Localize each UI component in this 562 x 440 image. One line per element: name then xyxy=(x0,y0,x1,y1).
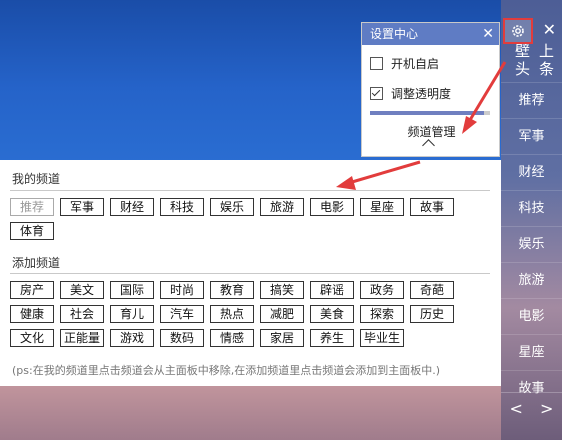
settings-close-button[interactable]: ✕ xyxy=(482,23,494,45)
sidebar-item[interactable]: 科技 xyxy=(501,190,562,226)
channel-tag[interactable]: 数码 xyxy=(160,329,204,347)
channel-tag[interactable]: 育儿 xyxy=(110,305,154,323)
logo-char: 壁 xyxy=(515,42,531,60)
sidebar-channel-list: 推荐 军事 财经 科技 娱乐 旅游 电影 星座 故事 xyxy=(501,82,562,406)
channel-tag[interactable]: 历史 xyxy=(410,305,454,323)
channel-tag[interactable]: 星座 xyxy=(360,198,404,216)
channel-tag[interactable]: 旅游 xyxy=(260,198,304,216)
channel-tag[interactable]: 养生 xyxy=(310,329,354,347)
channel-tag[interactable]: 搞笑 xyxy=(260,281,304,299)
channel-tag[interactable]: 体育 xyxy=(10,222,54,240)
settings-popup: 设置中心 ✕ 开机自启 调整透明度 频道管理 xyxy=(361,22,500,157)
channel-tag[interactable]: 情感 xyxy=(210,329,254,347)
channel-tag[interactable]: 教育 xyxy=(210,281,254,299)
channel-tag[interactable]: 健康 xyxy=(10,305,54,323)
channel-tag[interactable]: 社会 xyxy=(60,305,104,323)
app-logo: 壁 上 头 条 xyxy=(507,40,557,80)
channel-tag[interactable]: 故事 xyxy=(410,198,454,216)
sidebar-item[interactable]: 娱乐 xyxy=(501,226,562,262)
channel-tag[interactable]: 家居 xyxy=(260,329,304,347)
channel-tag[interactable]: 房产 xyxy=(10,281,54,299)
hint-text: (ps:在我的频道里点击频道会从主面板中移除,在添加频道里点击频道会添加到主面板… xyxy=(12,364,440,377)
channel-tag[interactable]: 探索 xyxy=(360,305,404,323)
channel-tag[interactable]: 汽车 xyxy=(160,305,204,323)
channel-tag[interactable]: 娱乐 xyxy=(210,198,254,216)
my-channels-title: 我的频道 xyxy=(12,172,61,186)
settings-header: 设置中心 ✕ xyxy=(362,23,499,45)
add-channels-title: 添加频道 xyxy=(12,256,61,270)
logo-char: 条 xyxy=(539,60,555,78)
opacity-checkbox[interactable] xyxy=(370,87,383,100)
channel-panel: 我的频道 推荐 军事 财经 科技 娱乐 旅游 电影 星座 故事体育 添加频道 房产 美文 国际 时尚教… xyxy=(0,160,501,386)
sidebar-item[interactable]: 电影 xyxy=(501,298,562,334)
opacity-label: 调整透明度 xyxy=(391,87,452,101)
next-page-button[interactable]: > xyxy=(540,399,553,418)
autostart-label: 开机自启 xyxy=(391,57,440,71)
sidebar-close-button[interactable]: ✕ xyxy=(543,20,556,39)
channel-tag[interactable]: 科技 xyxy=(160,198,204,216)
channel-tag[interactable]: 推荐 xyxy=(10,198,54,216)
channel-tag[interactable]: 热点 xyxy=(210,305,254,323)
settings-title: 设置中心 xyxy=(370,27,419,41)
channel-tag[interactable]: 财经 xyxy=(110,198,154,216)
channel-tag[interactable]: 文化 xyxy=(10,329,54,347)
channel-tag[interactable]: 减肥 xyxy=(260,305,304,323)
chevron-up-icon[interactable] xyxy=(422,139,435,152)
sidebar-item[interactable]: 旅游 xyxy=(501,262,562,298)
channel-tag[interactable]: 美文 xyxy=(60,281,104,299)
autostart-option[interactable]: 开机自启 xyxy=(370,55,439,72)
prev-page-button[interactable]: < xyxy=(510,399,523,418)
logo-char: 上 xyxy=(539,42,555,60)
channel-tag[interactable]: 电影 xyxy=(310,198,354,216)
opacity-option[interactable]: 调整透明度 xyxy=(370,85,451,102)
channel-tag[interactable]: 政务 xyxy=(360,281,404,299)
sidebar-item[interactable]: 推荐 xyxy=(501,82,562,118)
gear-icon xyxy=(512,25,524,37)
sidebar-pager: < > xyxy=(501,392,562,423)
channel-tag[interactable]: 游戏 xyxy=(110,329,154,347)
channel-tag[interactable]: 时尚 xyxy=(160,281,204,299)
sidebar: ✕ 壁 上 头 条 推荐 军事 财经 科技 娱乐 旅游 电影 星座 故事 < > xyxy=(501,0,562,440)
sidebar-item[interactable]: 财经 xyxy=(501,154,562,190)
settings-gear-button[interactable] xyxy=(503,18,533,44)
opacity-slider-fill xyxy=(370,111,484,115)
opacity-slider[interactable] xyxy=(370,111,490,115)
divider xyxy=(10,190,490,191)
channel-tag[interactable]: 辟谣 xyxy=(310,281,354,299)
channel-tag[interactable]: 国际 xyxy=(110,281,154,299)
channel-tag[interactable]: 奇葩 xyxy=(410,281,454,299)
sidebar-item[interactable]: 军事 xyxy=(501,118,562,154)
channel-tag[interactable]: 毕业生 xyxy=(360,329,404,347)
channel-tag[interactable]: 美食 xyxy=(310,305,354,323)
autostart-checkbox[interactable] xyxy=(370,57,383,70)
sidebar-item[interactable]: 星座 xyxy=(501,334,562,370)
logo-char: 头 xyxy=(515,60,531,78)
divider xyxy=(10,273,490,274)
channel-manage-button[interactable]: 频道管理 xyxy=(362,123,501,140)
channel-tag[interactable]: 军事 xyxy=(60,198,104,216)
channel-tag[interactable]: 正能量 xyxy=(60,329,104,347)
